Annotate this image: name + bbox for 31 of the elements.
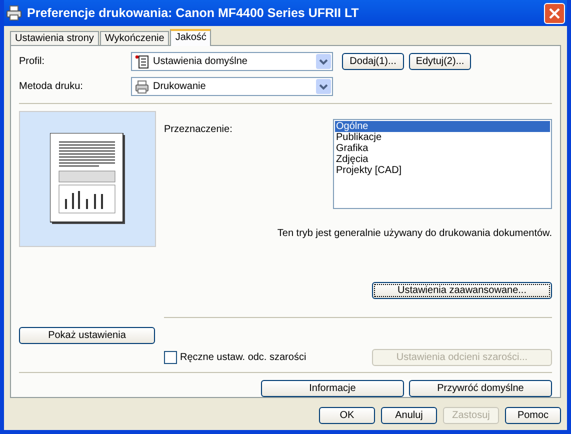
list-item[interactable]: Publikacje <box>335 132 550 143</box>
printer-icon <box>135 80 149 94</box>
close-button[interactable] <box>544 2 565 24</box>
document-icon <box>135 54 149 69</box>
info-button[interactable]: Informacje <box>261 380 404 397</box>
print-method-dropdown[interactable]: Drukowanie <box>131 77 333 96</box>
profile-dropdown[interactable]: Ustawienia domyślne <box>131 52 333 72</box>
list-item[interactable]: Projekty [CAD] <box>335 164 550 176</box>
purpose-label: Przeznaczenie: <box>164 124 232 137</box>
profile-button[interactable]: Edytuj(2)... <box>409 53 471 70</box>
list-item[interactable]: Zdjęcia <box>335 154 550 165</box>
printer-icon <box>6 5 22 21</box>
print-method-label: Metoda druku: <box>19 81 84 92</box>
tab[interactable]: Ustawienia strony <box>10 31 99 45</box>
window-title: Preferencje drukowania: Canon MF4400 Series UFRII LT <box>27 6 360 20</box>
purpose-description: Ten tryb jest generalnie używany do drukowania dokumentów. <box>276 228 552 239</box>
tab[interactable]: Wykończenie <box>100 31 170 45</box>
checkbox[interactable] <box>164 350 177 364</box>
list-item[interactable]: Ogólne <box>335 120 550 132</box>
dialog-button[interactable]: OK <box>319 407 375 424</box>
restore-defaults-button[interactable]: Przywróć domyślne <box>409 380 552 397</box>
profile-label: Profil: <box>19 56 46 68</box>
advanced-settings-button[interactable]: Ustawienia zaawansowane... <box>372 282 552 299</box>
close-icon <box>549 8 560 18</box>
dialog-button[interactable]: Pomoc <box>505 407 561 424</box>
dialog-button[interactable]: Anuluj <box>381 407 437 424</box>
profile-button[interactable]: Dodaj(1)... <box>342 53 404 70</box>
checkbox-label: Ręczne ustaw. odc. szarości <box>180 352 306 363</box>
tab[interactable]: Jakość <box>170 29 212 46</box>
show-settings-button[interactable]: Pokaż ustawienia <box>19 326 155 344</box>
list-item[interactable]: Grafika <box>335 142 550 154</box>
